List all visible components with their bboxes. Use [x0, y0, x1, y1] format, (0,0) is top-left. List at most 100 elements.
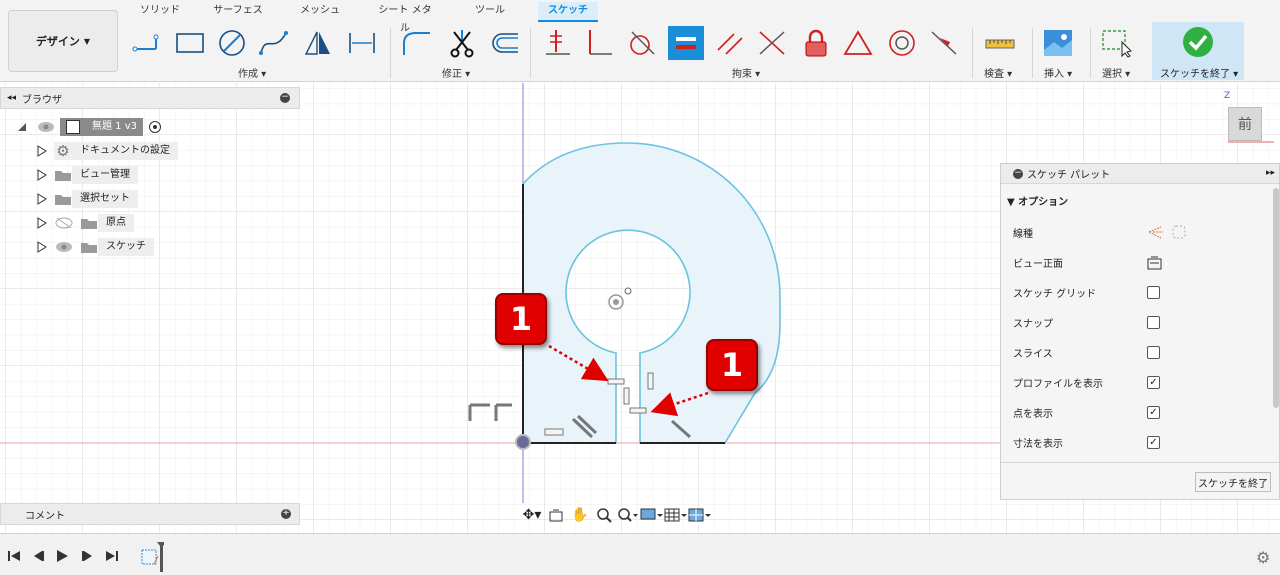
coincident-constraint-button[interactable] [542, 26, 574, 60]
slice-checkbox[interactable] [1147, 346, 1160, 359]
tab-sketch[interactable]: スケッチ [538, 2, 598, 22]
timeline-forward-icon[interactable] [80, 548, 96, 564]
timeline-sketch-feature[interactable] [140, 542, 166, 572]
expand-icon[interactable] [36, 193, 48, 205]
scissors-icon [450, 30, 474, 58]
expand-panel-icon[interactable]: ▸▸ [1266, 168, 1275, 178]
lock-icon [805, 29, 827, 57]
sketch-point[interactable] [624, 287, 632, 295]
timeline-settings-gear-icon[interactable]: ⚙ [1256, 548, 1270, 567]
dimension-icon [349, 33, 375, 53]
finish-sketch-area[interactable]: スケッチを終了 ▾ [1152, 22, 1244, 80]
fillet-icon [403, 32, 430, 55]
snap-checkbox[interactable] [1147, 316, 1160, 329]
view-cube-face: 前 [1238, 117, 1252, 133]
inspect-group-label[interactable]: 検査 ▾ [984, 65, 1012, 80]
tab-solid[interactable]: ソリッド [140, 2, 180, 22]
eye-hidden-icon[interactable] [54, 216, 74, 230]
timeline-start-icon[interactable] [6, 548, 22, 564]
grid-settings-icon[interactable] [664, 505, 688, 525]
show-points-checkbox[interactable]: ✓ [1147, 406, 1160, 419]
tangent-constraint-button[interactable] [626, 26, 658, 60]
component-icon [66, 120, 80, 134]
trim-tool-button[interactable] [446, 26, 478, 60]
eye-icon[interactable] [54, 240, 74, 254]
timeline-play-icon[interactable] [54, 548, 70, 564]
modify-group-label[interactable]: 修正 ▾ [442, 65, 470, 80]
collapse-triangle-icon [18, 123, 26, 131]
show-dimensions-checkbox[interactable]: ✓ [1147, 436, 1160, 449]
measure-tool-button[interactable] [984, 26, 1016, 60]
browser-item-label: ビュー管理 [72, 166, 138, 184]
rectangle-tool-button[interactable] [174, 26, 206, 60]
constraints-group-label[interactable]: 拘束 ▾ [732, 65, 760, 80]
collapse-icon[interactable]: ◂◂ [7, 93, 16, 103]
view-cube[interactable]: 前 [1228, 107, 1262, 141]
palette-section-options[interactable]: ▼ オプション [1007, 193, 1068, 208]
expand-icon[interactable] [36, 241, 48, 253]
parallel-constraint-button[interactable] [714, 26, 746, 60]
perpendicular-constraint-button[interactable] [584, 26, 616, 60]
tab-sheet-metal[interactable]: シート メタル [374, 2, 436, 34]
finish-sketch-button[interactable]: スケッチを終了 [1195, 472, 1271, 492]
origin-point[interactable] [515, 434, 531, 450]
browser-item-origin[interactable]: 原点 [36, 213, 134, 233]
browser-root-row[interactable]: 無題 1 v3 [16, 117, 161, 137]
gear-icon: ⚙ [54, 142, 72, 160]
line-tool-button[interactable] [132, 26, 164, 60]
fix-constraint-button[interactable] [800, 26, 832, 60]
chevron-down-icon: ▼ [83, 36, 91, 46]
orbit-icon[interactable]: ✥▾ [520, 505, 544, 525]
display-settings-icon[interactable] [640, 505, 664, 525]
workspace-switcher[interactable]: デザイン ▼ [8, 10, 118, 72]
expand-icon[interactable] [36, 169, 48, 181]
pan-icon[interactable]: ✋ [568, 505, 592, 525]
mirror-tool-button[interactable] [302, 26, 334, 60]
navigation-bar: ✥▾ ✋ [520, 504, 760, 526]
symmetric-constraint-button[interactable] [756, 26, 788, 60]
look-at-icon[interactable] [1147, 255, 1163, 271]
insert-image-button[interactable] [1042, 26, 1074, 60]
equal-constraint-button[interactable] [668, 26, 704, 60]
offset-tool-button[interactable] [488, 26, 520, 60]
expand-icon[interactable] [36, 145, 48, 157]
palette-scrollbar[interactable] [1273, 188, 1279, 408]
browser-item-sketches[interactable]: スケッチ [36, 237, 154, 257]
zoom-icon[interactable] [592, 505, 616, 525]
palette-header: − スケッチ パレット ▸▸ [1001, 164, 1279, 184]
timeline-end-icon[interactable] [104, 548, 120, 564]
dimension-tool-button[interactable] [346, 26, 378, 60]
eye-icon[interactable] [36, 120, 56, 134]
minus-icon[interactable]: − [280, 93, 290, 103]
expand-icon[interactable] [36, 217, 48, 229]
spline-tool-button[interactable] [258, 26, 290, 60]
comments-bar[interactable]: コメント + [0, 503, 300, 525]
show-profile-checkbox[interactable]: ✓ [1147, 376, 1160, 389]
look-at-icon[interactable] [544, 505, 568, 525]
tab-surface[interactable]: サーフェス [212, 2, 264, 22]
browser-item-selection-sets[interactable]: 選択セット [36, 189, 138, 209]
center-point-dot [613, 299, 619, 305]
concentric-constraint-button[interactable] [886, 26, 918, 60]
minus-icon[interactable]: − [1013, 169, 1023, 179]
triangle-constraint-button[interactable] [842, 26, 874, 60]
tab-tools[interactable]: ツール [470, 2, 510, 22]
timeline-back-icon[interactable] [30, 548, 46, 564]
insert-group-label[interactable]: 挿入 ▾ [1044, 65, 1072, 80]
fillet-tool-button[interactable] [400, 26, 432, 60]
linetype-icons[interactable] [1147, 225, 1187, 241]
select-group-label[interactable]: 選択 ▾ [1102, 65, 1130, 80]
browser-item-view-management[interactable]: ビュー管理 [36, 165, 138, 185]
zoom-window-icon[interactable] [616, 505, 640, 525]
viewports-icon[interactable] [688, 505, 712, 525]
folder-icon [55, 171, 71, 181]
browser-item-document-settings[interactable]: ⚙ ドキュメントの設定 [36, 141, 178, 161]
midpoint-constraint-button[interactable] [928, 26, 960, 60]
plus-icon[interactable]: + [281, 509, 291, 519]
create-group-label[interactable]: 作成 ▾ [238, 65, 266, 80]
tab-mesh[interactable]: メッシュ [298, 2, 342, 22]
sketch-grid-checkbox[interactable] [1147, 286, 1160, 299]
circle-tool-button[interactable] [216, 26, 248, 60]
activate-radio-icon[interactable] [149, 121, 161, 133]
select-tool-button[interactable] [1100, 26, 1132, 60]
